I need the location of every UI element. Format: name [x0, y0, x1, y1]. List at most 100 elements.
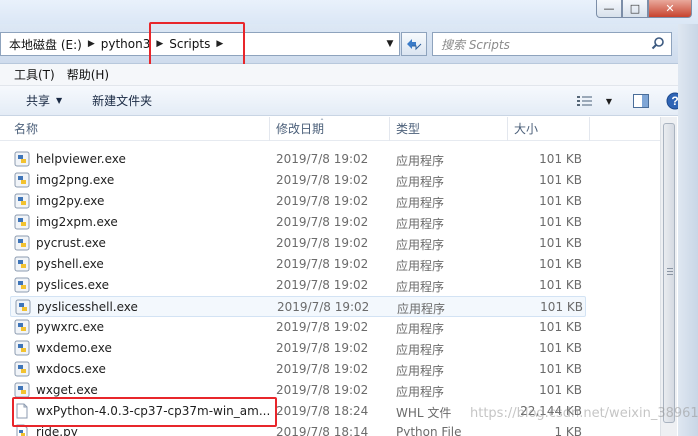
file-row[interactable]: wxPython-4.0.3-cp37-cp37m-win_am... 2019… — [10, 401, 586, 422]
file-row[interactable]: wxget.exe 2019/7/8 19:02 应用程序 101 KB — [10, 380, 586, 401]
file-size: 101 KB — [539, 152, 582, 166]
file-type: 应用程序 — [396, 280, 445, 294]
file-size: 101 KB — [540, 300, 583, 314]
file-date: 2019/7/8 19:02 — [276, 215, 369, 229]
column-header-date-label: 修改日期 — [276, 122, 325, 136]
file-name: pycrust.exe — [36, 236, 106, 250]
view-options-dropdown[interactable]: ▼ — [600, 89, 618, 113]
file-size: 1 KB — [554, 425, 582, 436]
file-date: 2019/7/8 19:02 — [276, 383, 369, 397]
address-history-dropdown[interactable]: ▼ — [380, 32, 400, 56]
file-name: helpviewer.exe — [36, 152, 126, 166]
file-name: pyshell.exe — [36, 257, 104, 271]
file-size: 101 KB — [539, 341, 582, 355]
scrollbar-thumb[interactable] — [663, 123, 675, 423]
column-header-size[interactable]: 大小 — [508, 117, 590, 141]
file-row[interactable]: img2py.exe 2019/7/8 19:02 应用程序 101 KB — [10, 191, 586, 212]
file-name: pyslicesshell.exe — [37, 300, 138, 314]
file-name: wxget.exe — [36, 383, 98, 397]
file-type: 应用程序 — [396, 238, 445, 252]
python-exe-icon — [14, 151, 30, 167]
file-row[interactable]: helpviewer.exe 2019/7/8 19:02 应用程序 101 K… — [10, 149, 586, 170]
breadcrumb-separator-icon[interactable]: ▶ — [214, 39, 225, 49]
file-type: 应用程序 — [396, 175, 445, 189]
breadcrumb-drive[interactable]: 本地磁盘 (E:) — [5, 36, 86, 53]
file-size: 101 KB — [539, 362, 582, 376]
file-size: 101 KB — [539, 236, 582, 250]
column-header-name[interactable]: 名称 — [8, 117, 270, 141]
file-name: wxdemo.exe — [36, 341, 112, 355]
chevron-down-icon: ▼ — [386, 39, 394, 49]
vertical-scrollbar[interactable] — [660, 117, 677, 436]
file-date: 2019/7/8 19:02 — [276, 236, 369, 250]
file-date: 2019/7/8 18:14 — [276, 425, 369, 436]
file-type: 应用程序 — [396, 217, 445, 231]
file-row[interactable]: img2xpm.exe 2019/7/8 19:02 应用程序 101 KB — [10, 212, 586, 233]
close-button[interactable]: ✕ — [648, 0, 692, 18]
share-button[interactable]: 共享 ▼ — [0, 92, 74, 109]
new-folder-button[interactable]: 新建文件夹 — [74, 92, 164, 109]
file-date: 2019/7/8 19:02 — [276, 320, 369, 334]
python-exe-icon — [14, 214, 30, 230]
menu-help[interactable]: 帮助(H) — [61, 66, 115, 83]
minimize-button[interactable]: — — [596, 0, 622, 18]
search-input[interactable]: 搜索 Scripts — [441, 36, 510, 53]
window-controls: — □ ✕ — [596, 0, 692, 18]
search-box[interactable]: 搜索 Scripts — [432, 32, 672, 56]
file-name: img2py.exe — [36, 194, 105, 208]
document-icon — [16, 403, 28, 419]
file-size: 101 KB — [539, 383, 582, 397]
file-row[interactable]: img2png.exe 2019/7/8 19:02 应用程序 101 KB — [10, 170, 586, 191]
share-label: 共享 — [26, 94, 51, 108]
file-date: 2019/7/8 19:02 — [276, 278, 369, 292]
file-row[interactable]: pyslices.exe 2019/7/8 19:02 应用程序 101 KB — [10, 275, 586, 296]
address-bar[interactable]: 本地磁盘 (E:) ▶ python3 ▶ Scripts ▶ — [0, 32, 400, 56]
file-date: 2019/7/8 19:02 — [277, 300, 370, 314]
menu-tools[interactable]: 工具(T) — [8, 66, 61, 83]
column-header-type[interactable]: 类型 — [390, 117, 508, 141]
file-type: 应用程序 — [396, 385, 445, 399]
file-name: pywxrc.exe — [36, 320, 105, 334]
file-name: pyslices.exe — [36, 278, 109, 292]
search-icon[interactable] — [651, 36, 665, 50]
window-frame-edge — [678, 24, 698, 436]
breadcrumb-separator-icon[interactable]: ▶ — [86, 39, 97, 49]
file-size: 101 KB — [539, 215, 582, 229]
file-size: 101 KB — [539, 173, 582, 187]
file-date: 2019/7/8 19:02 — [276, 194, 369, 208]
breadcrumb-separator-icon[interactable]: ▶ — [154, 39, 165, 49]
column-header-date[interactable]: 修改日期 — [270, 117, 390, 141]
file-name: wxdocs.exe — [36, 362, 106, 376]
file-row[interactable]: pycrust.exe 2019/7/8 19:02 应用程序 101 KB — [10, 233, 586, 254]
breadcrumb-folder-scripts[interactable]: Scripts — [165, 37, 214, 51]
python-file-icon — [16, 424, 28, 436]
chevron-down-icon: ▼ — [56, 96, 63, 105]
file-row[interactable]: pyslicesshell.exe 2019/7/8 19:02 应用程序 10… — [10, 296, 586, 317]
file-list: helpviewer.exe 2019/7/8 19:02 应用程序 101 K… — [0, 147, 660, 436]
preview-pane-icon — [633, 94, 649, 108]
file-row[interactable]: pywxrc.exe 2019/7/8 19:02 应用程序 101 KB — [10, 317, 586, 338]
file-size: 101 KB — [539, 194, 582, 208]
change-view-button[interactable] — [570, 89, 600, 113]
command-bar: 共享 ▼ 新建文件夹 ▼ ? — [0, 86, 698, 116]
breadcrumb-folder-python3[interactable]: python3 — [97, 37, 155, 51]
close-icon: ✕ — [665, 2, 675, 15]
file-type: 应用程序 — [396, 322, 445, 336]
chevron-down-icon: ▼ — [605, 96, 613, 106]
file-name: img2xpm.exe — [36, 215, 118, 229]
python-exe-icon — [14, 361, 30, 377]
menu-bar: 工具(T) 帮助(H) — [0, 64, 698, 86]
refresh-button[interactable] — [401, 32, 427, 56]
preview-pane-button[interactable] — [626, 89, 656, 113]
python-exe-icon — [14, 235, 30, 251]
column-header-name-label: 名称 — [14, 122, 39, 136]
file-row[interactable]: pyshell.exe 2019/7/8 19:02 应用程序 101 KB — [10, 254, 586, 275]
file-type: 应用程序 — [397, 302, 446, 316]
maximize-button[interactable]: □ — [622, 0, 648, 18]
file-row[interactable]: wxdocs.exe 2019/7/8 19:02 应用程序 101 KB — [10, 359, 586, 380]
file-row[interactable]: wxdemo.exe 2019/7/8 19:02 应用程序 101 KB — [10, 338, 586, 359]
file-name: ride.py — [36, 425, 78, 436]
file-date: 2019/7/8 19:02 — [276, 362, 369, 376]
file-name: wxPython-4.0.3-cp37-cp37m-win_am... — [36, 404, 271, 418]
file-row[interactable]: ride.py 2019/7/8 18:14 Python File 1 KB — [10, 422, 586, 436]
